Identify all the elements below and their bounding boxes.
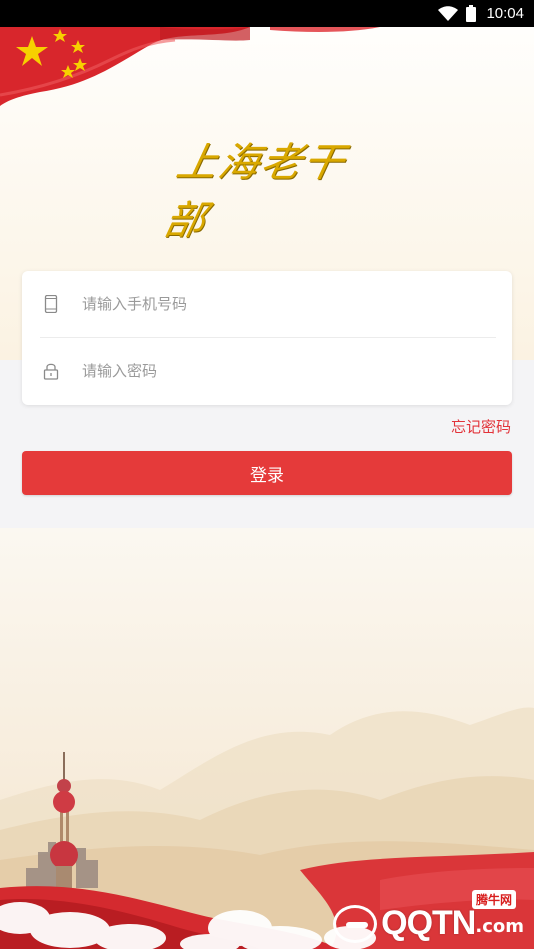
phone-icon (44, 295, 58, 313)
watermark-suffix: .com (475, 916, 524, 937)
password-field (22, 338, 512, 404)
phone-input[interactable] (82, 289, 492, 319)
site-watermark: QQTN .com 腾牛网 (333, 890, 524, 943)
battery-icon (466, 5, 477, 22)
watermark-text: QQTN (381, 904, 476, 942)
status-time: 10:04 (486, 5, 524, 22)
background-bottom (0, 528, 534, 949)
phone-field (22, 271, 512, 337)
status-bar: 10:04 (0, 0, 534, 27)
forgot-password-link[interactable]: 忘记密码 (451, 416, 511, 437)
watermark-logo-icon (333, 904, 378, 943)
password-input[interactable] (82, 356, 492, 386)
login-form-card (22, 271, 512, 405)
app-logo: 上海老干部 (160, 140, 351, 244)
wifi-icon (438, 5, 459, 21)
watermark-tag: 腾牛网 (471, 890, 516, 909)
login-button[interactable]: 登录 (22, 451, 512, 495)
lock-icon (43, 363, 59, 380)
